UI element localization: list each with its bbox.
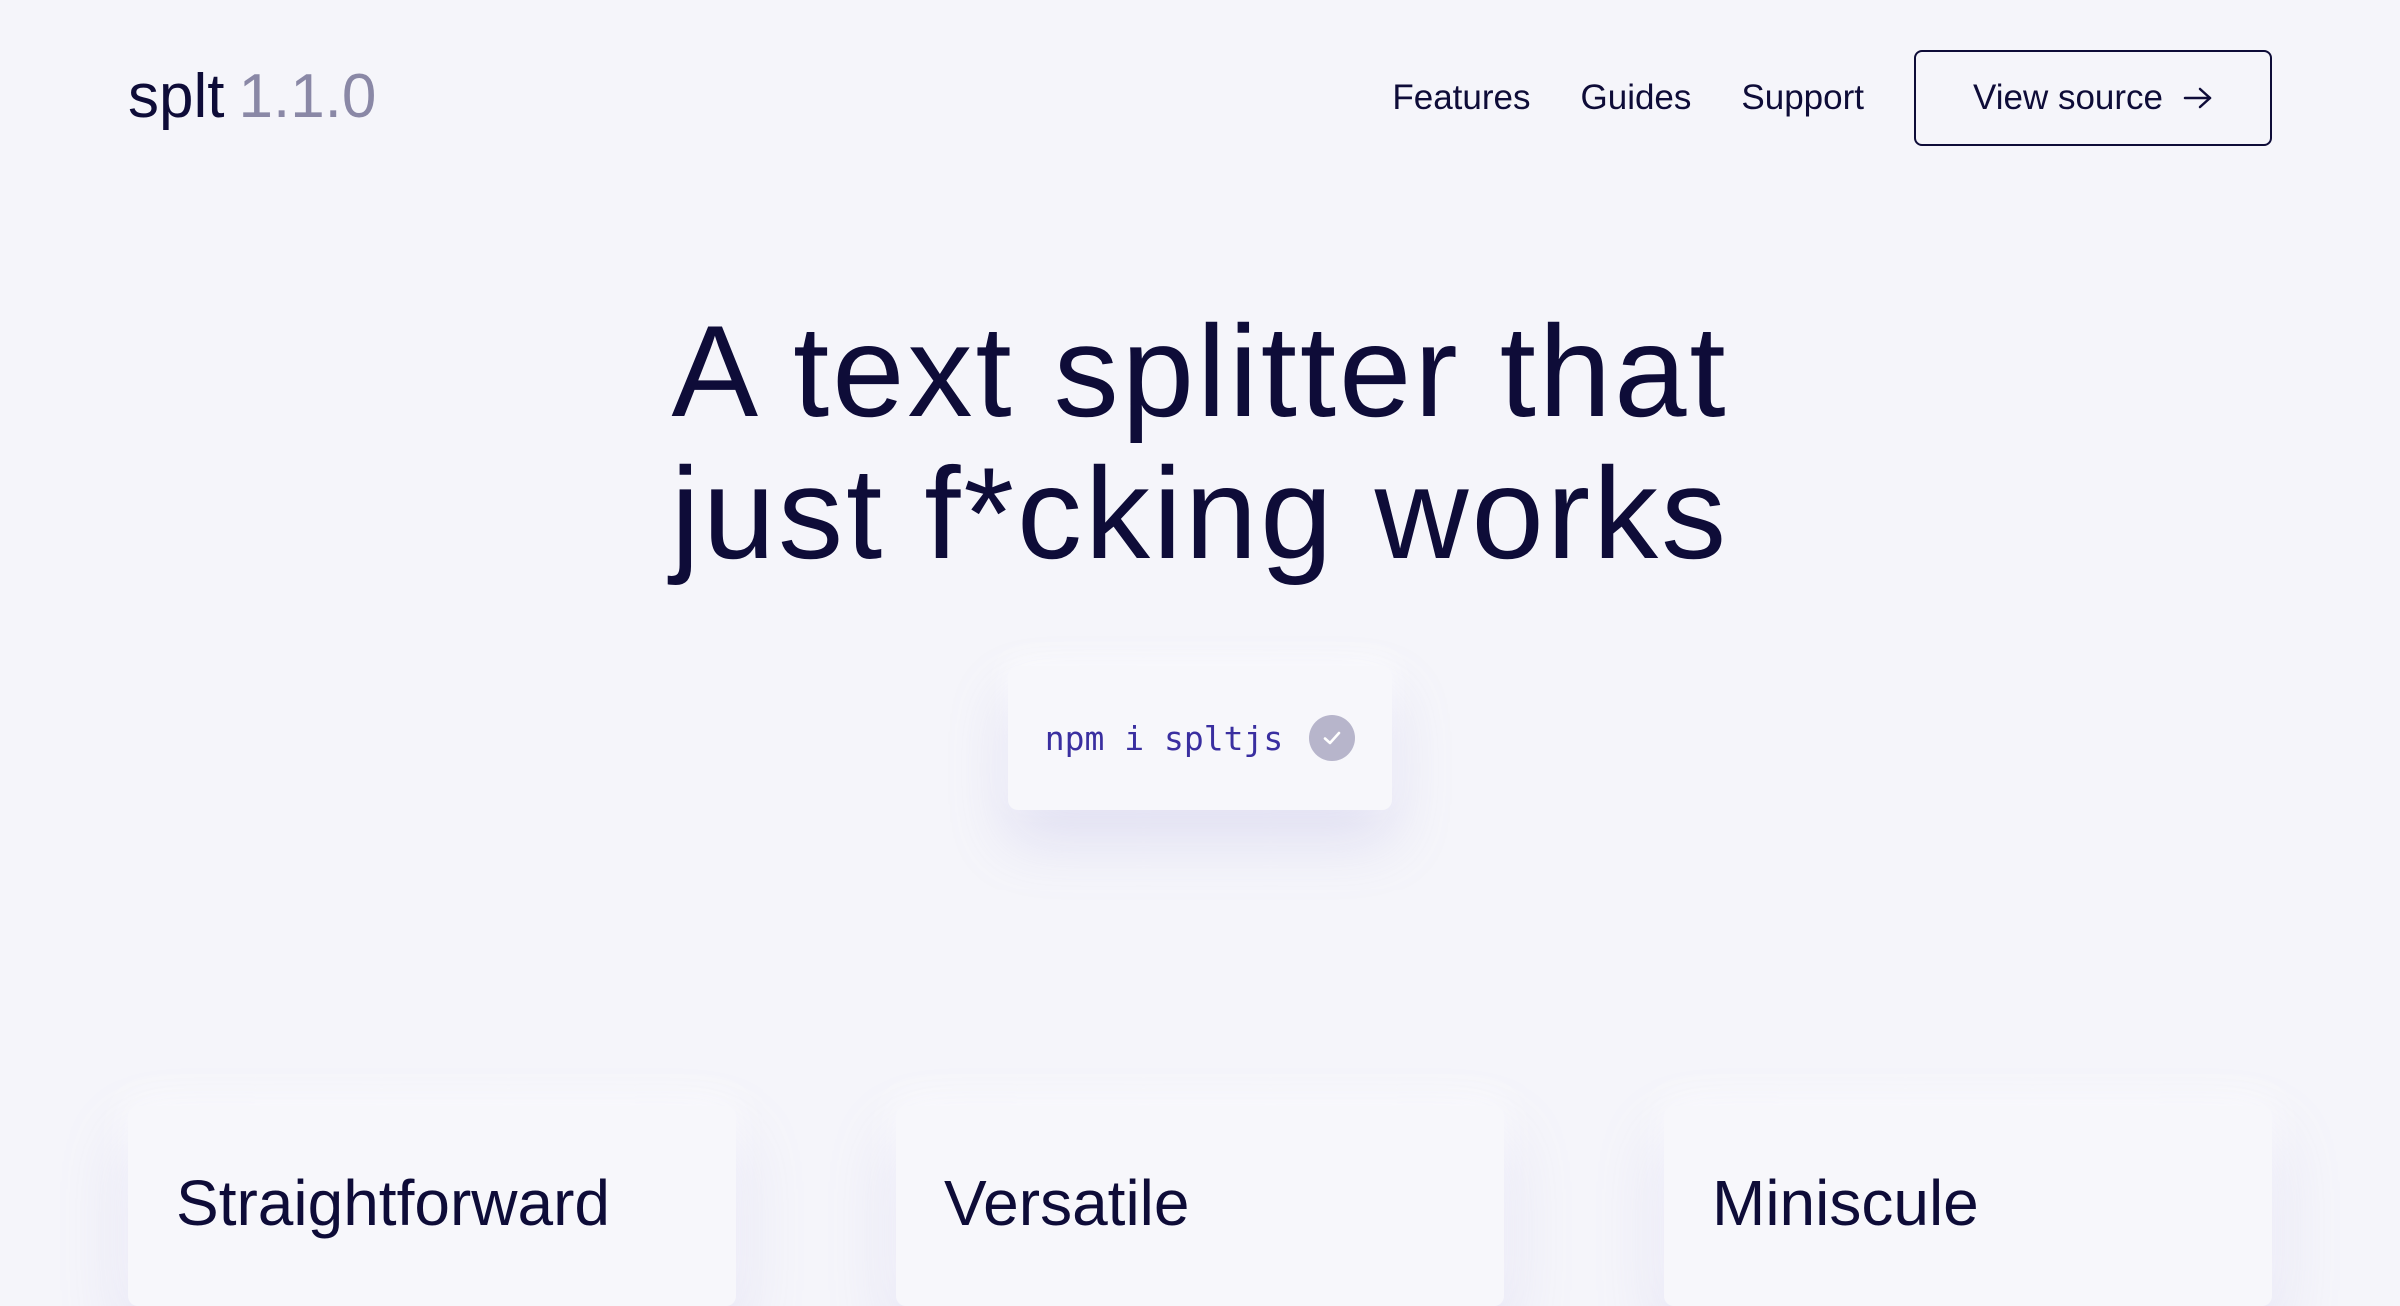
nav-link-support[interactable]: Support: [1741, 78, 1864, 118]
feature-card-miniscule: Miniscule: [1664, 1106, 2272, 1306]
hero-title-line-1: A text splitter that: [671, 298, 1729, 444]
site-header: splt 1.1.0 Features Guides Support View s…: [0, 0, 2400, 200]
feature-card-title: Miniscule: [1712, 1167, 1979, 1239]
nav-link-guides[interactable]: Guides: [1581, 78, 1692, 118]
check-icon[interactable]: [1309, 715, 1356, 761]
hero-title-line-2: just f*cking works: [670, 440, 1730, 586]
logo[interactable]: splt 1.1.0: [128, 62, 376, 132]
main-nav: Features Guides Support View source: [1392, 48, 2272, 148]
arrow-right-icon: [2183, 87, 2212, 109]
hero-title: A text splitter that just f*cking works: [0, 300, 2400, 584]
feature-card-title: Versatile: [944, 1167, 1190, 1239]
logo-name: splt: [128, 62, 225, 131]
feature-card-title: Straightforward: [176, 1167, 610, 1239]
view-source-button[interactable]: View source: [1914, 50, 2272, 146]
feature-card-versatile: Versatile: [896, 1106, 1504, 1306]
view-source-label: View source: [1972, 78, 2163, 117]
install-command-box[interactable]: npm i spltjs: [1008, 666, 1392, 810]
nav-link-features[interactable]: Features: [1392, 78, 1530, 118]
version-label: 1.1.0: [238, 62, 377, 131]
feature-card-straightforward: Straightforward: [128, 1106, 736, 1306]
hero: A text splitter that just f*cking works: [0, 300, 2400, 584]
check-mark-glyph: [1323, 731, 1341, 745]
install-command: npm i spltjs: [1044, 718, 1284, 758]
